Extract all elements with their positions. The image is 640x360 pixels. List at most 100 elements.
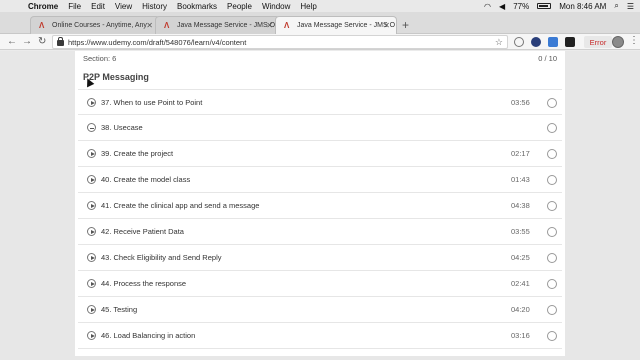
- battery-icon[interactable]: [537, 3, 552, 9]
- url-text: https://www.udemy.com/draft/548076/learn…: [68, 37, 247, 47]
- tab-jms-1[interactable]: Λ Java Message Service - JMS O ✕: [155, 16, 280, 34]
- address-bar[interactable]: https://www.udemy.com/draft/548076/learn…: [52, 35, 508, 49]
- browser-toolbar: ← → ↻ https://www.udemy.com/draft/548076…: [0, 34, 640, 50]
- completion-checkbox[interactable]: [547, 253, 557, 263]
- reload-icon[interactable]: ↻: [38, 36, 46, 47]
- menu-view[interactable]: View: [115, 2, 132, 11]
- lecture-duration: 02:17: [511, 149, 530, 158]
- lecture-duration: 04:38: [511, 201, 530, 210]
- play-icon[interactable]: [87, 149, 96, 158]
- completion-checkbox[interactable]: [547, 123, 557, 133]
- menu-people[interactable]: People: [227, 2, 252, 11]
- extension-blue-icon[interactable]: [548, 37, 558, 47]
- lecture-title: 42. Receive Patient Data: [101, 227, 184, 236]
- tab-strip: Λ Online Courses - Anytime, Any ✕ Λ Java…: [0, 12, 640, 34]
- lecture-title: 41. Create the clinical app and send a m…: [101, 201, 260, 210]
- section-progress: 0 / 10: [538, 54, 557, 63]
- lecture-duration: 04:25: [511, 253, 530, 262]
- lecture-title: 43. Check Eligibility and Send Reply: [101, 253, 222, 262]
- completion-checkbox[interactable]: [547, 227, 557, 237]
- lecture-item[interactable]: 44. Process the response 02:41: [78, 271, 562, 297]
- lecture-item[interactable]: 41. Create the clinical app and send a m…: [78, 193, 562, 219]
- macos-menubar: Chrome File Edit View History Bookmarks …: [0, 0, 640, 12]
- completion-checkbox[interactable]: [547, 331, 557, 341]
- lecture-title: 40. Create the model class: [101, 175, 191, 184]
- tab-online-courses[interactable]: Λ Online Courses - Anytime, Any ✕: [30, 16, 160, 34]
- menu-file[interactable]: File: [68, 2, 81, 11]
- menu-edit[interactable]: Edit: [91, 2, 105, 11]
- play-icon[interactable]: [87, 175, 96, 184]
- lecture-title: 45. Testing: [101, 305, 138, 314]
- play-icon[interactable]: [87, 201, 96, 210]
- back-icon[interactable]: ←: [7, 36, 17, 47]
- completion-checkbox[interactable]: [547, 201, 557, 211]
- lecture-item[interactable]: 38. Usecase: [78, 115, 562, 141]
- lecture-duration: 04:20: [511, 305, 530, 314]
- tab-title: Online Courses - Anytime, Any: [52, 22, 147, 29]
- menu-history[interactable]: History: [142, 2, 167, 11]
- udemy-favicon-icon: Λ: [284, 21, 290, 30]
- menu-help[interactable]: Help: [300, 2, 316, 11]
- lecture-duration: 03:16: [511, 331, 530, 340]
- new-tab-icon[interactable]: +: [402, 18, 409, 32]
- play-icon[interactable]: [87, 331, 96, 340]
- volume-icon[interactable]: ◀: [499, 2, 505, 11]
- lecture-item[interactable]: 45. Testing 04:20: [78, 297, 562, 323]
- udemy-favicon-icon: Λ: [164, 21, 170, 30]
- lecture-title: 44. Process the response: [101, 279, 187, 288]
- search-icon[interactable]: ⌕: [614, 1, 618, 11]
- lock-icon: [57, 37, 64, 46]
- menu-bookmarks[interactable]: Bookmarks: [177, 2, 217, 11]
- completion-checkbox[interactable]: [547, 175, 557, 185]
- completion-checkbox[interactable]: [547, 279, 557, 289]
- play-icon[interactable]: [87, 253, 96, 262]
- close-icon[interactable]: ✕: [383, 21, 390, 30]
- wifi-icon[interactable]: ◠: [484, 2, 491, 11]
- article-icon[interactable]: [87, 123, 96, 132]
- lecture-title: 39. Create the project: [101, 149, 174, 158]
- lecture-item[interactable]: 46. Load Balancing in action 03:16: [78, 323, 562, 349]
- play-icon[interactable]: [87, 98, 96, 107]
- menu-window[interactable]: Window: [262, 2, 290, 11]
- play-icon[interactable]: [87, 305, 96, 314]
- extension-circle-icon[interactable]: [514, 37, 524, 47]
- play-icon[interactable]: [87, 279, 96, 288]
- more-menu-icon[interactable]: ⋮: [629, 35, 639, 46]
- close-icon[interactable]: ✕: [146, 21, 153, 30]
- page-content: Section: 6 0 / 10 P2P Messaging 37. When…: [0, 51, 640, 360]
- avatar[interactable]: [612, 36, 624, 48]
- close-icon[interactable]: ✕: [266, 21, 273, 30]
- completion-checkbox[interactable]: [547, 305, 557, 315]
- lecture-item[interactable]: 37. When to use Point to Point 03:56: [78, 89, 562, 115]
- lecture-title: 38. Usecase: [101, 123, 143, 132]
- lecture-item[interactable]: 40. Create the model class 01:43: [78, 167, 562, 193]
- tab-jms-active[interactable]: Λ Java Message Service - JMS O ✕: [275, 16, 397, 34]
- udemy-favicon-icon: Λ: [39, 21, 45, 30]
- lecture-duration: 03:55: [511, 227, 530, 236]
- battery-percent: 77%: [513, 1, 530, 11]
- bookmark-star-icon[interactable]: ☆: [495, 37, 503, 48]
- lecture-list: 37. When to use Point to Point 03:56 38.…: [78, 89, 562, 349]
- extension-badge-icon[interactable]: [565, 37, 575, 47]
- clock[interactable]: Mon 8:46 AM: [559, 2, 606, 11]
- lecture-duration: 01:43: [511, 175, 530, 184]
- lecture-item[interactable]: 42. Receive Patient Data 03:55: [78, 219, 562, 245]
- completion-checkbox[interactable]: [547, 98, 557, 108]
- lecture-duration: 03:56: [511, 98, 530, 107]
- completion-checkbox[interactable]: [547, 149, 557, 159]
- menu-list-icon[interactable]: ☰: [627, 2, 634, 11]
- tab-title: Java Message Service - JMS O: [177, 22, 276, 29]
- section-label: Section: 6: [83, 54, 117, 63]
- course-content-panel: Section: 6 0 / 10 P2P Messaging 37. When…: [75, 51, 565, 356]
- extension-dark-icon[interactable]: [531, 37, 541, 47]
- lecture-title: 37. When to use Point to Point: [101, 98, 203, 107]
- forward-icon[interactable]: →: [22, 36, 32, 47]
- menu-app[interactable]: Chrome: [28, 2, 58, 11]
- play-icon[interactable]: [87, 227, 96, 236]
- lecture-duration: 02:41: [511, 279, 530, 288]
- lecture-item[interactable]: 43. Check Eligibility and Send Reply 04:…: [78, 245, 562, 271]
- status-area: ◠ ◀ 77% Mon 8:46 AM ⌕ ☰: [484, 0, 634, 12]
- lecture-item[interactable]: 39. Create the project 02:17: [78, 141, 562, 167]
- error-button[interactable]: Error: [584, 36, 612, 48]
- lecture-title: 46. Load Balancing in action: [101, 331, 196, 340]
